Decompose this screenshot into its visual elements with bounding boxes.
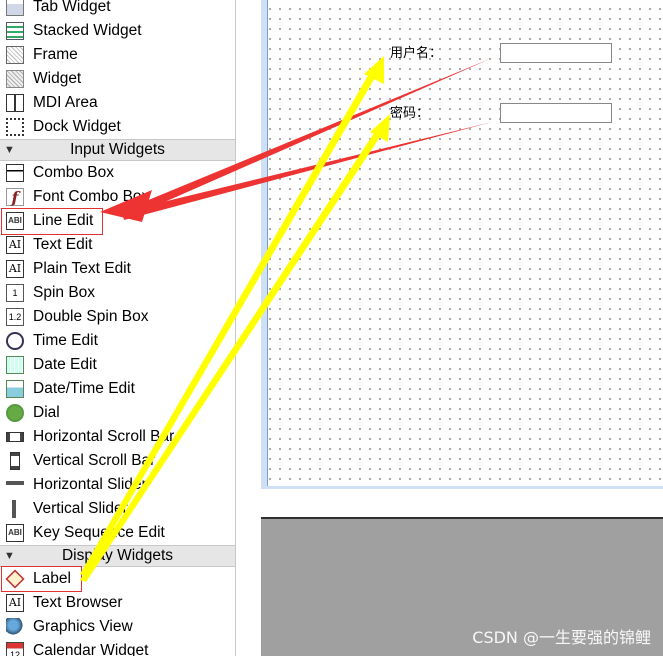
combo-box-icon: [6, 164, 24, 182]
category-display-widgets[interactable]: ▼ Display Widgets: [0, 545, 235, 567]
line-edit-icon: ABI: [6, 212, 24, 230]
widget-item-stacked-widget[interactable]: Stacked Widget: [0, 19, 235, 43]
widget-item-text-browser[interactable]: AI Text Browser: [0, 591, 235, 615]
widget-item-date-time-edit[interactable]: Date/Time Edit: [0, 377, 235, 401]
widget-item-label: Dial: [33, 404, 60, 421]
widget-item-time-edit[interactable]: Time Edit: [0, 329, 235, 353]
widget-item-double-spin-box[interactable]: 1.2 Double Spin Box: [0, 305, 235, 329]
vertical-slider-icon: [12, 500, 16, 518]
widget-item-key-sequence-edit[interactable]: ABI Key Sequence Edit: [0, 521, 235, 545]
widget-item-spin-box[interactable]: 1 Spin Box: [0, 281, 235, 305]
widget-item-tab-widget[interactable]: Tab Widget: [0, 0, 235, 19]
widget-item-label: Spin Box: [33, 284, 96, 301]
widget-item-label: Key Sequence Edit: [33, 524, 165, 541]
widget-box-scrollbar[interactable]: [235, 0, 236, 656]
graphics-view-icon: [6, 618, 24, 636]
widget-item-dial[interactable]: Dial: [0, 401, 235, 425]
mdi-area-icon: [6, 94, 24, 112]
category-label: Input Widgets: [70, 141, 165, 158]
widget-item-label: Date Edit: [33, 356, 97, 373]
dock-widget-icon: [6, 118, 24, 136]
widget-item-mdi-area[interactable]: MDI Area: [0, 91, 235, 115]
widget-item-label: Text Edit: [33, 236, 93, 253]
widget-item-label: Label: [33, 570, 71, 587]
widget-item-label: Text Browser: [33, 594, 123, 611]
username-label[interactable]: 用户名：: [390, 42, 442, 61]
tab-widget-icon: [6, 0, 24, 16]
date-time-edit-icon: [6, 380, 24, 398]
calendar-widget-icon: 12: [6, 642, 24, 656]
widget-item-label: Frame: [33, 46, 78, 63]
widget-item-label: Dock Widget: [33, 118, 121, 135]
widget-item-combo-box[interactable]: Combo Box: [0, 161, 235, 185]
frame-icon: [6, 46, 24, 64]
widget-item-label: MDI Area: [33, 94, 98, 111]
watermark: CSDN @一生要强的锦鲤: [472, 628, 651, 647]
widget-item-graphics-view[interactable]: Graphics View: [0, 615, 235, 639]
username-input[interactable]: [500, 43, 612, 63]
widget-item-date-edit[interactable]: Date Edit: [0, 353, 235, 377]
widget-item-frame[interactable]: Frame: [0, 43, 235, 67]
form-editor-area: 用户名： 密码： CSDN @一生要强的锦鲤: [261, 0, 663, 656]
text-edit-icon: AI: [6, 236, 24, 254]
widget-item-label: Font Combo Box: [33, 188, 150, 205]
widget-icon: [6, 70, 24, 88]
key-sequence-edit-icon: ABI: [6, 524, 24, 542]
widget-item-label: Graphics View: [33, 618, 133, 635]
widget-item-plain-text-edit[interactable]: AI Plain Text Edit: [0, 257, 235, 281]
password-input[interactable]: [500, 103, 612, 123]
widget-item-line-edit[interactable]: ABI Line Edit: [0, 209, 235, 233]
widget-item-label: Widget: [33, 70, 82, 87]
widget-item-text-edit[interactable]: AI Text Edit: [0, 233, 235, 257]
widget-box-panel: Tab Widget Stacked Widget Frame Widget M…: [0, 0, 236, 656]
form-canvas[interactable]: 用户名： 密码：: [261, 0, 663, 519]
widget-item-label: Vertical Scroll Bar: [33, 452, 156, 469]
widget-item-widget[interactable]: Widget: [0, 67, 235, 91]
font-combo-box-icon: f: [6, 188, 24, 207]
widget-item-label: Combo Box: [33, 164, 114, 181]
widget-item-dock-widget[interactable]: Dock Widget: [0, 115, 235, 139]
widget-item-label: Horizontal Slider: [33, 476, 147, 493]
widget-item-label: Time Edit: [33, 332, 98, 349]
widget-item-label: Vertical Slider: [33, 500, 128, 517]
vertical-scroll-bar-icon: [10, 452, 20, 470]
widget-item-calendar-widget[interactable]: 12 Calendar Widget: [0, 639, 235, 656]
widget-item-vertical-scroll-bar[interactable]: Vertical Scroll Bar: [0, 449, 235, 473]
category-label: Display Widgets: [61, 547, 174, 564]
password-label[interactable]: 密码：: [390, 102, 429, 121]
widget-item-label: Tab Widget: [33, 0, 111, 15]
time-edit-icon: [6, 332, 24, 350]
widget-item-font-combo-box[interactable]: f Font Combo Box: [0, 185, 235, 209]
category-input-widgets[interactable]: ▼ Input Widgets: [0, 139, 235, 161]
widget-item-horizontal-slider[interactable]: Horizontal Slider: [0, 473, 235, 497]
widget-item-label: Line Edit: [33, 212, 94, 229]
widget-item-label: Double Spin Box: [33, 308, 149, 325]
plain-text-edit-icon: AI: [6, 260, 24, 278]
widget-item-vertical-slider[interactable]: Vertical Slider: [0, 497, 235, 521]
date-edit-icon: [6, 356, 24, 374]
widget-item-label: Plain Text Edit: [33, 260, 131, 277]
widget-item-label: Horizontal Scroll Bar: [33, 428, 175, 445]
stacked-widget-icon: [6, 22, 24, 40]
double-spin-box-icon: 1.2: [6, 308, 24, 326]
dial-icon: [6, 404, 24, 422]
horizontal-scroll-bar-icon: [6, 432, 24, 442]
widget-item-label: Stacked Widget: [33, 22, 142, 39]
widget-item-label-widget[interactable]: Label: [0, 567, 235, 591]
label-icon: [5, 569, 25, 589]
text-browser-icon: AI: [6, 594, 24, 612]
widget-item-label: Date/Time Edit: [33, 380, 135, 397]
spin-box-icon: 1: [6, 284, 24, 302]
widget-item-horizontal-scroll-bar[interactable]: Horizontal Scroll Bar: [0, 425, 235, 449]
widget-item-label: Calendar Widget: [33, 642, 149, 656]
horizontal-slider-icon: [6, 481, 24, 485]
